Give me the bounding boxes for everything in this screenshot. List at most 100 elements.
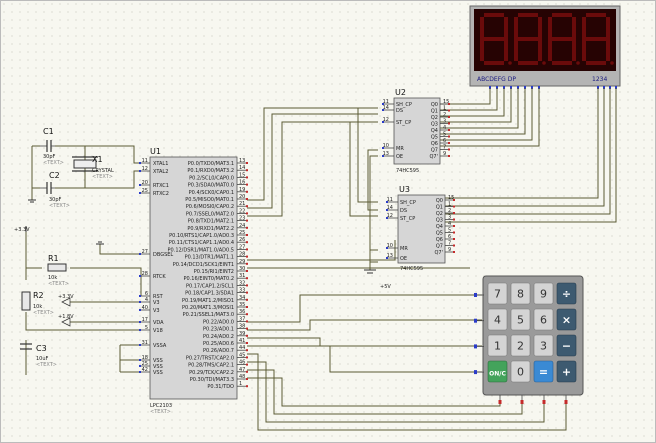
keypad-col-pin — [542, 400, 546, 404]
key-label: = — [539, 366, 548, 379]
u1-right-pin-name: P0.31/TDO — [207, 384, 234, 390]
u3-right-pin-num: 3 — [448, 215, 451, 221]
u3-right-pin-name: Q3 — [436, 218, 443, 224]
keypad-col-pin — [564, 400, 568, 404]
u1-right-pin-name: P0.25/AD0.6 — [203, 341, 234, 347]
u1-left-pin-name: V3 — [153, 300, 160, 306]
digit-2-segment-3 — [518, 61, 538, 65]
key-label: + — [562, 366, 571, 379]
u3-right-pin-num: 1 — [448, 202, 451, 208]
chip-u3[interactable]: U3 11 SH_CP14 DS12 ST_CP10 MR13 OEQ0 15Q1 1Q2 2Q… — [386, 185, 455, 272]
u3-right-pin-name: Q7 — [436, 244, 443, 250]
shift-register-ground — [364, 269, 376, 274]
u2-right-pin-num: 5 — [443, 132, 446, 138]
u1-right-pin-name: P0.18/CAP1.3/SDA1 — [185, 291, 234, 297]
chip-u1[interactable]: U1 11 XTAL112 XTAL220 RTXC125 RTXC227 DBGSEL2… — [139, 147, 248, 415]
capacitor-c2[interactable]: C2 30pF <TEXT> — [40, 171, 70, 209]
u2-ref: U2 — [395, 88, 406, 97]
u1-right-pin-num: 24 — [239, 223, 245, 229]
u1-right-pin-name: P0.21/SSEL1/MAT3.0 — [183, 312, 234, 318]
u3-part: 74HC595 — [400, 266, 423, 272]
resistor-r2[interactable]: R2 10k <TEXT> — [21, 291, 54, 316]
key-label: 3 — [540, 340, 547, 353]
u1-right-pin-name: P0.1/RXD0/MAT3.2 — [187, 168, 234, 174]
digit-4-segment-5 — [582, 17, 586, 39]
u3-left-pin-name: DS — [400, 208, 407, 214]
r1-text: <TEXT> — [48, 281, 69, 287]
power-3v3-b: +3.3V — [58, 294, 74, 307]
keypad[interactable]: 7 8 9 ÷ 4 5 6 × 1 2 3 − ON/C 0 = + — [474, 275, 584, 404]
keypad-row-pin — [474, 344, 477, 349]
u2-left-pin-num: 13 — [383, 151, 389, 157]
key-label: × — [562, 314, 571, 327]
seven-segment-display[interactable]: ABCDEFG DP 1234 — [469, 5, 621, 89]
chip-u2[interactable]: U2 11 SH_CP14 DS12 ST_CP10 MR13 OEQ0 15Q1 1Q2 2Q… — [382, 88, 450, 174]
u1-right-pin-num: 28 — [239, 252, 245, 258]
u1-right-pin-num: 26 — [239, 237, 245, 243]
dbgsel-ground — [96, 241, 104, 245]
u1-right-pin-num: 20 — [239, 194, 245, 200]
u1-right-pin-num: 27 — [239, 244, 245, 250]
c2-text: <TEXT> — [49, 203, 70, 209]
digit-3-dp — [576, 61, 580, 65]
digit-4-segment-3 — [586, 61, 606, 65]
key-label: ÷ — [562, 288, 571, 301]
u1-right-pin-name: P0.11/CTS1/CAP1.1/AD0.4 — [169, 240, 234, 246]
u1-right-pin-name: P0.28/TMS/CAP2.1 — [188, 363, 234, 369]
u1-left-pin-name: RTCK — [153, 274, 166, 280]
u3-right-pin-num: 15 — [448, 195, 454, 201]
u3-right-pin-name: Q1 — [436, 205, 443, 211]
u1-right-pin-name: P0.5/MISO0/MAT0.1 — [185, 197, 234, 203]
u1-left-pin-name: XTAL2 — [153, 169, 168, 175]
u3-right-pin-name: Q6 — [436, 237, 443, 243]
key-label: 5 — [517, 314, 524, 327]
v18-label: +1.8V — [58, 314, 74, 320]
u3-left-pin-name: OE — [400, 256, 407, 262]
u1-right-pin-name: P0.7/SSEL0/MAT2.0 — [186, 211, 234, 217]
resistor-r1[interactable]: R1 10k <TEXT> — [47, 254, 69, 287]
u1-right-pin-name: P0.9/RXD1/MAT2.2 — [187, 226, 234, 232]
u1-right-pin-num: 29 — [239, 259, 245, 265]
u3-right-pin-name: Q2 — [436, 211, 443, 217]
u1-left-pin-num: 40 — [142, 305, 148, 311]
u1-left-pin-name: VDA — [153, 320, 164, 326]
u1-right-pin-num: 48 — [239, 374, 245, 380]
u1-right-pin-num: 45 — [239, 352, 245, 358]
u1-right-pin-num: 13 — [239, 158, 245, 164]
u1-right-pin-num: 33 — [239, 288, 245, 294]
u1-right-pin-name: P0.13/DTR1/MAT1.1 — [185, 255, 234, 261]
c2-ref: C2 — [49, 171, 60, 180]
c1-ref: C1 — [43, 127, 54, 136]
digit-4-dp — [610, 61, 614, 65]
u1-right-pin-name: P0.17/CAP1.2/SCL1 — [186, 283, 234, 289]
u1-left-pin-num: 25 — [142, 188, 148, 194]
u1-right-pin-num: 23 — [239, 216, 245, 222]
key-label: 0 — [517, 366, 524, 379]
digit-1-dp — [508, 61, 512, 65]
u1-right-pin-num: 16 — [239, 180, 245, 186]
u3-right-pin-num: 4 — [448, 221, 451, 227]
u2-right-pin-name: Q2 — [431, 115, 438, 121]
crystal-x1[interactable]: X1 CRYSTAL <TEXT> — [72, 155, 114, 180]
u1-left-pin-num: 20 — [142, 180, 148, 186]
u1-left-pin-num: 11 — [142, 158, 148, 164]
key-label: 8 — [517, 288, 524, 301]
digit-4-segment-1 — [606, 17, 610, 39]
ground-symbol — [28, 199, 36, 203]
digit-3-segment-6 — [552, 37, 572, 41]
u2-left-pin-name: OE — [396, 154, 403, 160]
key-label: 2 — [517, 340, 524, 353]
digit-1-segment-5 — [480, 17, 484, 39]
u1-right-pin-num: 22 — [239, 208, 245, 214]
u1-right-pin-num: 32 — [239, 280, 245, 286]
u1-right-pin-num: 31 — [239, 273, 245, 279]
u1-right-pin-num: 19 — [239, 187, 245, 193]
u1-right-pin-num: 25 — [239, 230, 245, 236]
u1-right-pin-num: 38 — [239, 324, 245, 330]
digit-2-segment-5 — [514, 17, 518, 39]
u3-left-pin-num: 10 — [387, 243, 393, 249]
u2-left-pin-num: 14 — [383, 105, 389, 111]
u3-right-pin-num: 2 — [448, 208, 451, 214]
u2-left-pin-name: ST_CP — [396, 120, 411, 126]
u1-right-pin-num: 35 — [239, 302, 245, 308]
